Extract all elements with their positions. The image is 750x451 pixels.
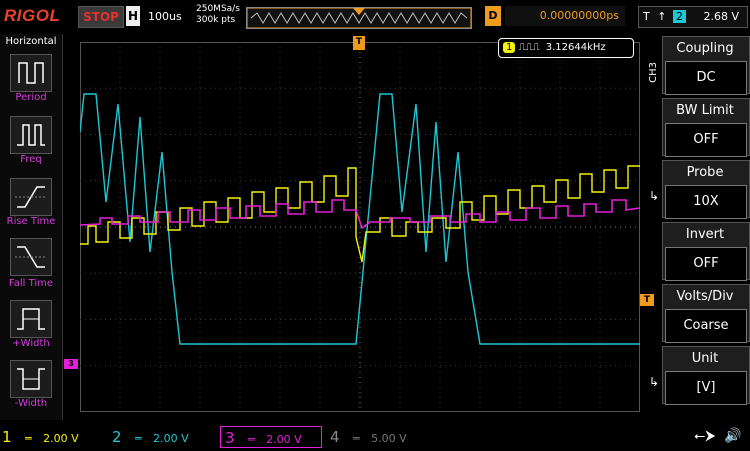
- horizontal-tag: H: [126, 6, 140, 26]
- delay-tag: D: [485, 6, 501, 26]
- trigger-source: 2: [672, 10, 686, 23]
- run-stop-status[interactable]: STOP: [78, 6, 124, 28]
- memory-overview: [246, 7, 472, 29]
- fall-time-icon: [15, 246, 47, 268]
- trigger-position-marker[interactable]: T: [353, 36, 365, 50]
- ch2-status[interactable]: 2 ═ 2.00 V: [112, 426, 216, 448]
- channel-status-bar: 1 ═ 2.00 V 2 ═ 2.00 V 3 ═ 2.00 V 4 ═ 5.0…: [0, 424, 750, 450]
- unit-menu-item[interactable]: Unit [V] ↳: [649, 346, 750, 405]
- waveform-graticule: [79, 42, 641, 412]
- invert-title: Invert: [685, 227, 725, 242]
- trigger-level: 2.68 V: [703, 10, 739, 23]
- memory-depth: 300k pts: [196, 15, 236, 25]
- speaker-icon[interactable]: 🔊: [724, 428, 741, 444]
- negative-width-button[interactable]: [10, 360, 52, 398]
- ch1-status[interactable]: 1 ═ 2.00 V: [2, 426, 106, 448]
- trigger-info[interactable]: T ↑ 2 2.68 V: [638, 6, 748, 28]
- top-status-bar: RIGOL STOP H 100us 250MSa/s 300k pts D 0…: [0, 0, 750, 34]
- ch3-coupling-icon: ═: [248, 433, 255, 446]
- ch2-number: 2: [112, 428, 122, 446]
- ch4-number: 4: [330, 428, 340, 446]
- acquisition-info: 250MSa/s 300k pts: [196, 4, 240, 26]
- horizontal-menu: Horizontal Period Freq Rise Time Fall Ti…: [0, 34, 63, 420]
- freq-button[interactable]: [10, 116, 52, 154]
- ch4-scale: 5.00 V: [371, 432, 407, 445]
- negative-width-label: -Width: [14, 398, 48, 409]
- ch1-scale: 2.00 V: [43, 432, 79, 445]
- sample-rate: 250MSa/s: [196, 4, 240, 14]
- negative-width-icon: [17, 368, 45, 390]
- probe-title: Probe: [686, 165, 724, 180]
- coupling-value: DC: [665, 61, 747, 95]
- ch3-offset-marker[interactable]: 3: [64, 359, 78, 369]
- bw-limit-title: BW Limit: [676, 103, 734, 118]
- ch1-coupling-icon: ═: [25, 432, 32, 445]
- positive-width-button[interactable]: [10, 300, 52, 338]
- ch3-status[interactable]: 3 ═ 2.00 V: [220, 426, 322, 448]
- unit-adjust-icon: ↳: [649, 375, 660, 389]
- volts-div-title: Volts/Div: [676, 289, 734, 304]
- brand-logo: RIGOL: [4, 6, 61, 25]
- frequency-measurement[interactable]: 1 ⎍⎍⎍ 3.12644kHz: [498, 38, 634, 58]
- period-button[interactable]: [10, 54, 52, 92]
- rise-time-label: Rise Time: [6, 216, 56, 227]
- ch3-scale: 2.00 V: [266, 433, 302, 446]
- period-icon: [18, 62, 44, 84]
- usb-icon: ⭠⮞: [694, 428, 716, 444]
- bw-limit-value: OFF: [665, 123, 747, 157]
- unit-value: [V]: [665, 371, 747, 405]
- graticule-grid: [80, 42, 640, 412]
- probe-value: 10X: [665, 185, 747, 219]
- timebase-value[interactable]: 100us: [148, 10, 182, 23]
- measure-value: 3.12644kHz: [545, 42, 606, 53]
- freq-icon: [17, 124, 45, 146]
- ch2-coupling-icon: ═: [135, 432, 142, 445]
- ch4-status[interactable]: 4 ═ 5.00 V: [330, 426, 434, 448]
- fall-time-button[interactable]: [10, 238, 52, 276]
- delay-value[interactable]: 0.00000000ps: [505, 6, 625, 26]
- waveform-display[interactable]: 1 ⎍⎍⎍ 3.12644kHz: [79, 38, 641, 412]
- rising-edge-icon: ↑: [657, 10, 667, 23]
- trigger-tag: T: [643, 10, 650, 23]
- rise-time-icon: [15, 186, 47, 208]
- fall-time-label: Fall Time: [8, 278, 54, 289]
- coupling-menu-item[interactable]: Coupling DC: [662, 36, 750, 95]
- positive-width-icon: [17, 308, 45, 330]
- horizontal-menu-title: Horizontal: [5, 36, 57, 47]
- ch3-number: 3: [225, 429, 235, 447]
- probe-menu-item[interactable]: Probe 10X ↳: [649, 160, 750, 219]
- freq-label: Freq: [20, 154, 42, 165]
- bw-limit-menu-item[interactable]: BW Limit OFF: [662, 98, 750, 157]
- coupling-title: Coupling: [676, 41, 734, 56]
- probe-adjust-icon: ↳: [649, 189, 660, 203]
- invert-menu-item[interactable]: Invert OFF: [662, 222, 750, 281]
- unit-title: Unit: [691, 351, 719, 366]
- pulse-train-icon: ⎍⎍⎍: [518, 42, 540, 53]
- ch2-waveform: [79, 93, 640, 345]
- ch3-waveform: [79, 199, 641, 230]
- positive-width-label: +Width: [12, 338, 50, 349]
- measure-channel-badge: 1: [503, 42, 516, 53]
- channel-menu: Coupling DC BW Limit OFF Probe 10X ↳ Inv…: [646, 34, 750, 420]
- invert-value: OFF: [665, 247, 747, 281]
- volts-div-value: Coarse: [665, 309, 747, 343]
- volts-div-menu-item[interactable]: Volts/Div Coarse: [662, 284, 750, 343]
- ch4-coupling-icon: ═: [353, 432, 360, 445]
- memory-waveform-icon: [246, 7, 472, 29]
- ch2-scale: 2.00 V: [153, 432, 189, 445]
- ch1-number: 1: [2, 428, 12, 446]
- period-label: Period: [15, 92, 47, 103]
- rise-time-button[interactable]: [10, 178, 52, 216]
